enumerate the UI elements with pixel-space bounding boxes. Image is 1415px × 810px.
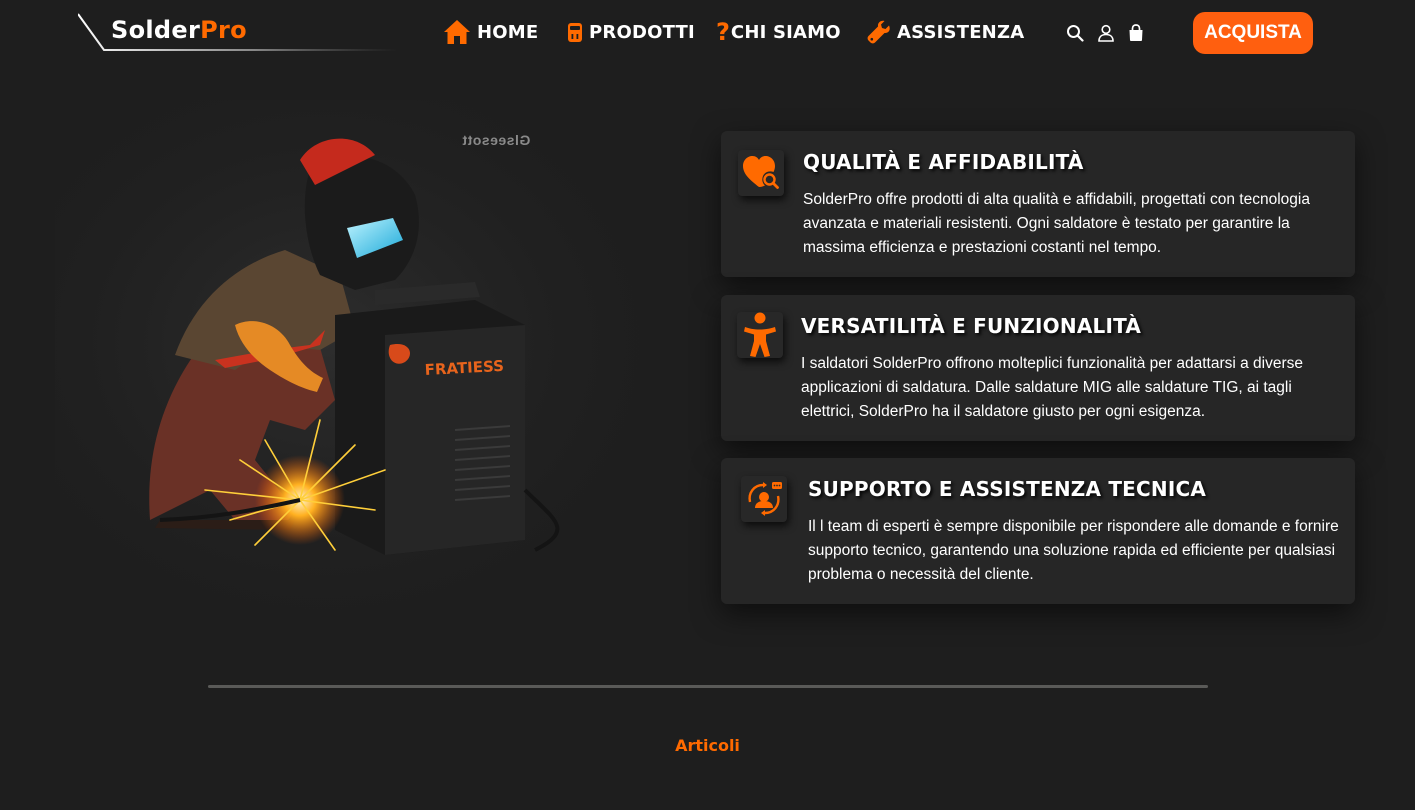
welding-machine-icon [568,23,582,42]
nav-label-assistenza: ASSISTENZA [897,21,1025,43]
feature-title-qualita: QUALITÀ E AFFIDABILITÀ [803,150,1084,174]
heart-search-icon [738,150,784,196]
nav-item-assistenza[interactable]: ASSISTENZA [867,14,1024,50]
feature-card-versatilita: VERSATILITÀ E FUNZIONALITÀ I saldatori S… [721,295,1355,441]
wrench-icon [867,20,890,44]
brand-name: SolderPro [111,18,247,42]
feature-card-qualita: QUALITÀ E AFFIDABILITÀ SolderPro offre p… [721,131,1355,277]
feature-title-versatilita: VERSATILITÀ E FUNZIONALITÀ [801,314,1142,338]
articles-heading[interactable]: Articoli [0,736,1415,755]
nav-item-prodotti[interactable]: PRODOTTI [567,14,695,50]
question-icon: ? [716,18,730,46]
support-agent-icon [741,476,787,522]
nav-label-prodotti: PRODOTTI [589,21,695,43]
search-icon[interactable] [1066,24,1084,42]
brand-name-part1: Solder [111,16,201,44]
nav-item-home[interactable]: HOME [443,14,538,50]
feature-card-supporto: SUPPORTO E ASSISTENZA TECNICA Il l team … [721,458,1355,604]
image-watermark: Glseesott [462,132,531,148]
site-header: SolderPro HOME PRODOTTI ? CHI SIAMO ASSI… [0,0,1415,66]
nav-label-home: HOME [477,21,539,43]
home-icon [444,20,470,44]
cart-icon[interactable] [1127,24,1145,42]
feature-text-qualita: SolderPro offre prodotti di alta qualità… [803,191,1310,256]
acquista-button[interactable]: ACQUISTA [1193,12,1313,54]
hero-welder-image: FRATIESS [55,100,695,640]
user-icon[interactable] [1097,24,1115,42]
feature-text-supporto: Il l team di esperti è sempre disponibil… [808,518,1339,583]
welder-illustration: FRATIESS [55,100,695,640]
feature-title-supporto: SUPPORTO E ASSISTENZA TECNICA [808,477,1207,501]
site-logo[interactable]: SolderPro [78,8,398,54]
person-icon [737,312,783,358]
nav-label-chi-siamo: CHI SIAMO [730,21,841,43]
feature-text-versatilita: I saldatori SolderPro offrono molteplici… [801,355,1304,420]
brand-name-part2: Pro [200,16,247,44]
section-divider [208,685,1208,688]
nav-item-chi-siamo[interactable]: ? CHI SIAMO [716,14,841,50]
